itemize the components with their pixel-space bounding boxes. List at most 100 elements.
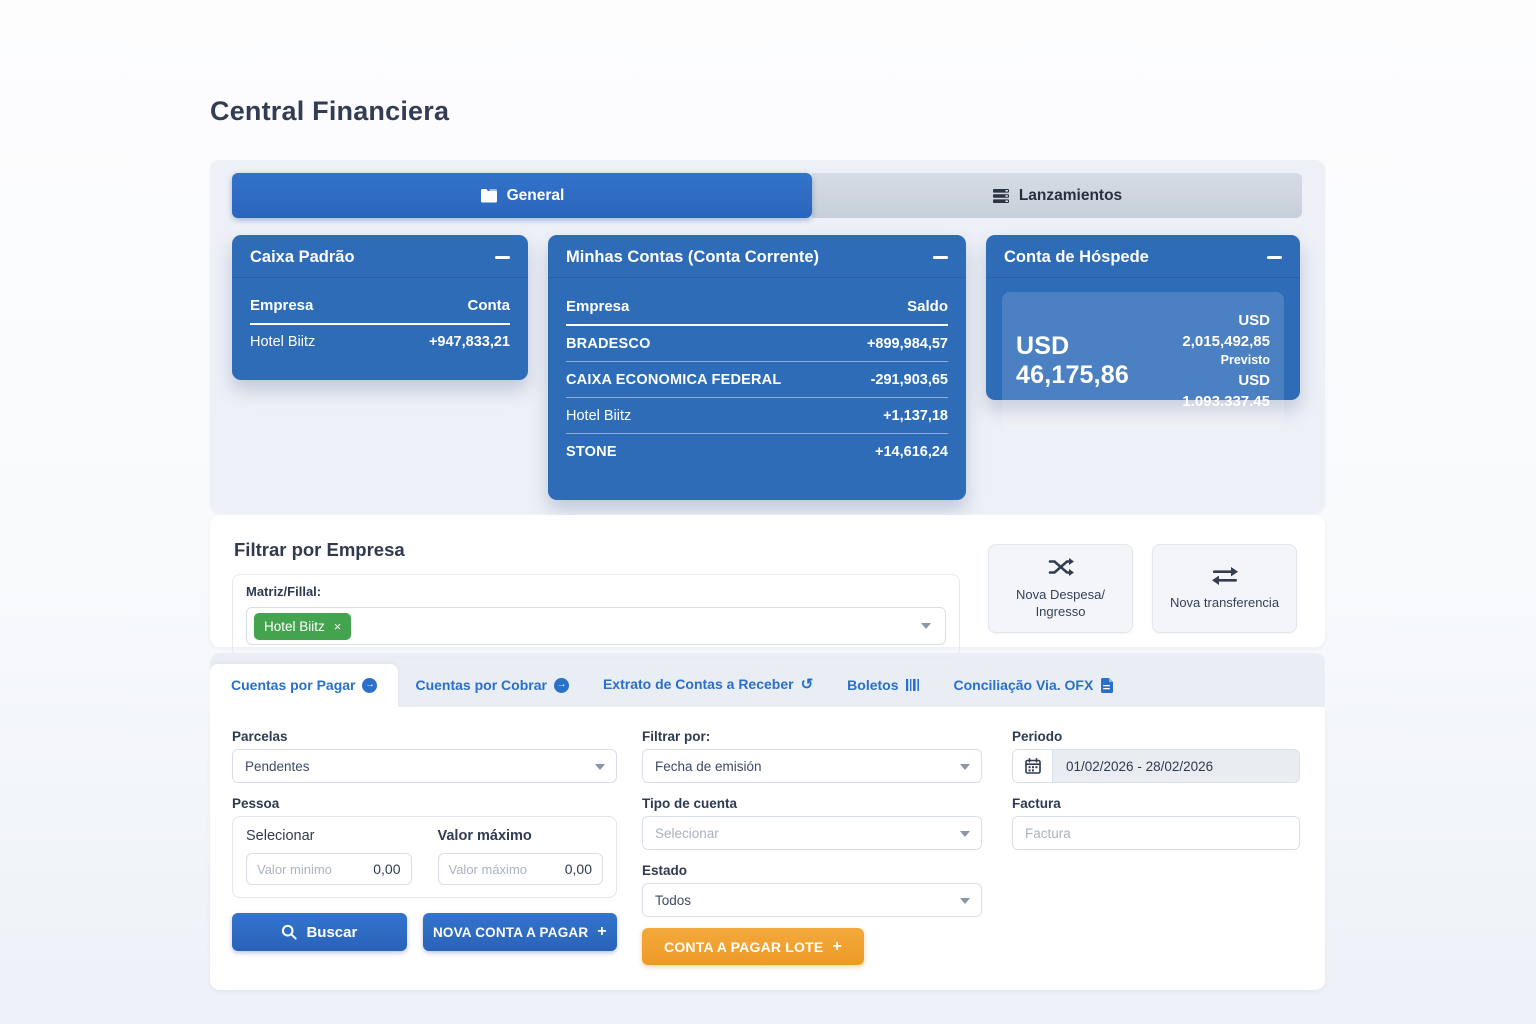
- periodo-value: 01/02/2026 - 28/02/2026: [1053, 750, 1299, 782]
- row-value: -291,903,65: [871, 372, 948, 388]
- empresa-tag: Hotel Biitz ×: [254, 613, 351, 640]
- buscar-label: Buscar: [306, 924, 357, 941]
- chevron-down-icon: [960, 831, 970, 837]
- card-minhas-title: Minhas Contas (Conta Corrente): [566, 248, 819, 267]
- accounts-filter-form: Parcelas Pendentes Pessoa Selecionar Val…: [210, 707, 1325, 990]
- factura-input[interactable]: [1012, 816, 1300, 850]
- pessoa-select[interactable]: Selecionar: [246, 828, 412, 844]
- matriz-filial-box: Matriz/Fillal: Hotel Biitz ×: [232, 574, 960, 657]
- valor-maximo-label: Valor máximo: [438, 828, 604, 844]
- close-icon[interactable]: ×: [334, 619, 342, 634]
- collapse-icon[interactable]: [494, 250, 510, 266]
- tab-cobrar-label: Cuentas por Cobrar: [415, 677, 546, 693]
- previsto-label: Previsto: [1164, 352, 1270, 370]
- card-caixa-title: Caixa Padrão: [250, 248, 355, 267]
- col-empresa: Empresa: [566, 298, 629, 315]
- nova-transferencia-button[interactable]: Nova transferencia: [1152, 544, 1297, 633]
- tab-conciliacao-ofx[interactable]: Conciliação Via. OFX: [937, 665, 1131, 707]
- col-empresa: Empresa: [250, 297, 313, 314]
- valor-maximo-input[interactable]: Valor máximo 0,00: [438, 853, 604, 885]
- collapse-icon[interactable]: [932, 250, 948, 266]
- chevron-down-icon: [595, 764, 605, 770]
- tab-cuentas-por-pagar[interactable]: Cuentas por Pagar →: [210, 664, 398, 707]
- barcode-icon: [906, 678, 920, 692]
- hospede-balance-panel: USD 46,175,86 USD 2,015,492,85 Previsto …: [1002, 292, 1284, 430]
- estado-label: Estado: [642, 863, 982, 878]
- table-row: CAIXA ECONOMICA FEDERAL -291,903,65: [566, 362, 948, 398]
- search-icon: [281, 924, 297, 940]
- row-name: Hotel Biitz: [250, 334, 315, 350]
- table-header: Empresa Conta: [250, 288, 510, 325]
- estado-select[interactable]: Todos: [642, 883, 982, 917]
- table-header: Empresa Saldo: [566, 288, 948, 326]
- filtrar-por-select[interactable]: Fecha de emisión: [642, 749, 982, 783]
- server-icon: [992, 188, 1010, 204]
- tab-general-label: General: [507, 187, 565, 205]
- factura-label: Factura: [1012, 796, 1300, 811]
- file-icon: [1100, 678, 1113, 693]
- table-row: BRADESCO +899,984,57: [566, 326, 948, 362]
- empresa-filter-panel: Filtrar por Empresa Matriz/Fillal: Hotel…: [210, 515, 1325, 647]
- collapse-icon[interactable]: [1266, 250, 1282, 266]
- subtab-strip: Cuentas por Pagar → Cuentas por Cobrar →…: [210, 653, 1325, 707]
- arrow-circle-icon: →: [362, 678, 377, 693]
- tab-pagar-label: Cuentas por Pagar: [231, 677, 355, 693]
- tipo-cuenta-label: Tipo de cuenta: [642, 796, 982, 811]
- row-name: Hotel Biitz: [566, 408, 631, 424]
- matriz-filial-label: Matriz/Fillal:: [246, 584, 946, 599]
- pessoa-label: Pessoa: [232, 796, 617, 811]
- col-saldo: Saldo: [907, 298, 948, 315]
- empresa-multiselect[interactable]: Hotel Biitz ×: [246, 607, 946, 645]
- chevron-down-icon: [960, 898, 970, 904]
- card-conta-hospede: Conta de Hóspede USD 46,175,86 USD 2,015…: [986, 235, 1300, 400]
- card-caixa-padrao: Caixa Padrão Empresa Conta Hotel Biitz +…: [232, 235, 528, 380]
- row-name: CAIXA ECONOMICA FEDERAL: [566, 372, 781, 388]
- card-minhas-contas: Minhas Contas (Conta Corrente) Empresa S…: [548, 235, 966, 500]
- tab-ofx-label: Conciliação Via. OFX: [954, 677, 1094, 693]
- tab-general[interactable]: General: [232, 173, 812, 218]
- tab-boletos[interactable]: Boletos: [830, 665, 936, 707]
- nova-despesa-ingreso-button[interactable]: Nova Despesa/ Ingresso: [988, 544, 1133, 633]
- parcelas-select[interactable]: Pendentes: [232, 749, 617, 783]
- folder-icon: [480, 188, 498, 203]
- tab-boletos-label: Boletos: [847, 677, 898, 693]
- col-conta: Conta: [468, 297, 511, 314]
- table-row: Hotel Biitz +1,137,18: [566, 398, 948, 434]
- valor-minimo-value: 0,00: [373, 861, 400, 877]
- periodo-date-range[interactable]: 01/02/2026 - 28/02/2026: [1012, 749, 1300, 783]
- accounts-panel: Cuentas por Pagar → Cuentas por Cobrar →…: [210, 653, 1325, 990]
- row-value: +899,984,57: [867, 336, 948, 352]
- tipo-cuenta-select[interactable]: Selecionar: [642, 816, 982, 850]
- parcelas-label: Parcelas: [232, 729, 617, 744]
- overview-panel: General Lanzamientos Caixa Padrão Empres…: [210, 160, 1325, 513]
- row-value: +1,137,18: [883, 408, 948, 424]
- plus-icon: +: [832, 938, 842, 956]
- nova-conta-a-pagar-button[interactable]: NOVA CONTA A PAGAR +: [423, 913, 617, 951]
- transfer-arrows-icon: [1211, 566, 1239, 586]
- tab-cuentas-por-cobrar[interactable]: Cuentas por Cobrar →: [398, 665, 585, 707]
- history-icon: ↺: [801, 675, 814, 693]
- valor-maximo-placeholder: Valor máximo: [449, 862, 528, 877]
- tab-lanzamientos[interactable]: Lanzamientos: [812, 173, 1302, 218]
- tab-lanzamientos-label: Lanzamientos: [1019, 187, 1122, 205]
- nova-conta-label: NOVA CONTA A PAGAR: [433, 925, 588, 940]
- shuffle-icon: [1048, 556, 1074, 578]
- empresa-tag-label: Hotel Biitz: [264, 619, 325, 634]
- filtrar-por-label: Filtrar por:: [642, 729, 982, 744]
- calendar-icon: [1013, 750, 1053, 782]
- buscar-button[interactable]: Buscar: [232, 913, 407, 951]
- pessoa-valor-group: Selecionar Valor minimo 0,00 Valor máxim…: [232, 816, 617, 898]
- valor-minimo-input[interactable]: Valor minimo 0,00: [246, 853, 412, 885]
- tab-extrato-contas-receber[interactable]: Extrato de Contas a Receber ↺: [586, 663, 830, 707]
- plus-icon: +: [597, 923, 607, 941]
- row-name: BRADESCO: [566, 336, 651, 352]
- conta-a-pagar-lote-button[interactable]: CONTA A PAGAR LOTE +: [642, 928, 864, 965]
- periodo-label: Periodo: [1012, 729, 1300, 744]
- table-row: Hotel Biitz +947,833,21: [250, 325, 510, 359]
- chevron-down-icon: [921, 623, 931, 629]
- main-tabs: General Lanzamientos: [232, 173, 1302, 218]
- lote-label: CONTA A PAGAR LOTE: [664, 939, 823, 955]
- row-value: +947,833,21: [429, 334, 510, 350]
- tab-extrato-label: Extrato de Contas a Receber: [603, 676, 794, 692]
- page: Central Financiera General Lanzamientos …: [210, 0, 1325, 990]
